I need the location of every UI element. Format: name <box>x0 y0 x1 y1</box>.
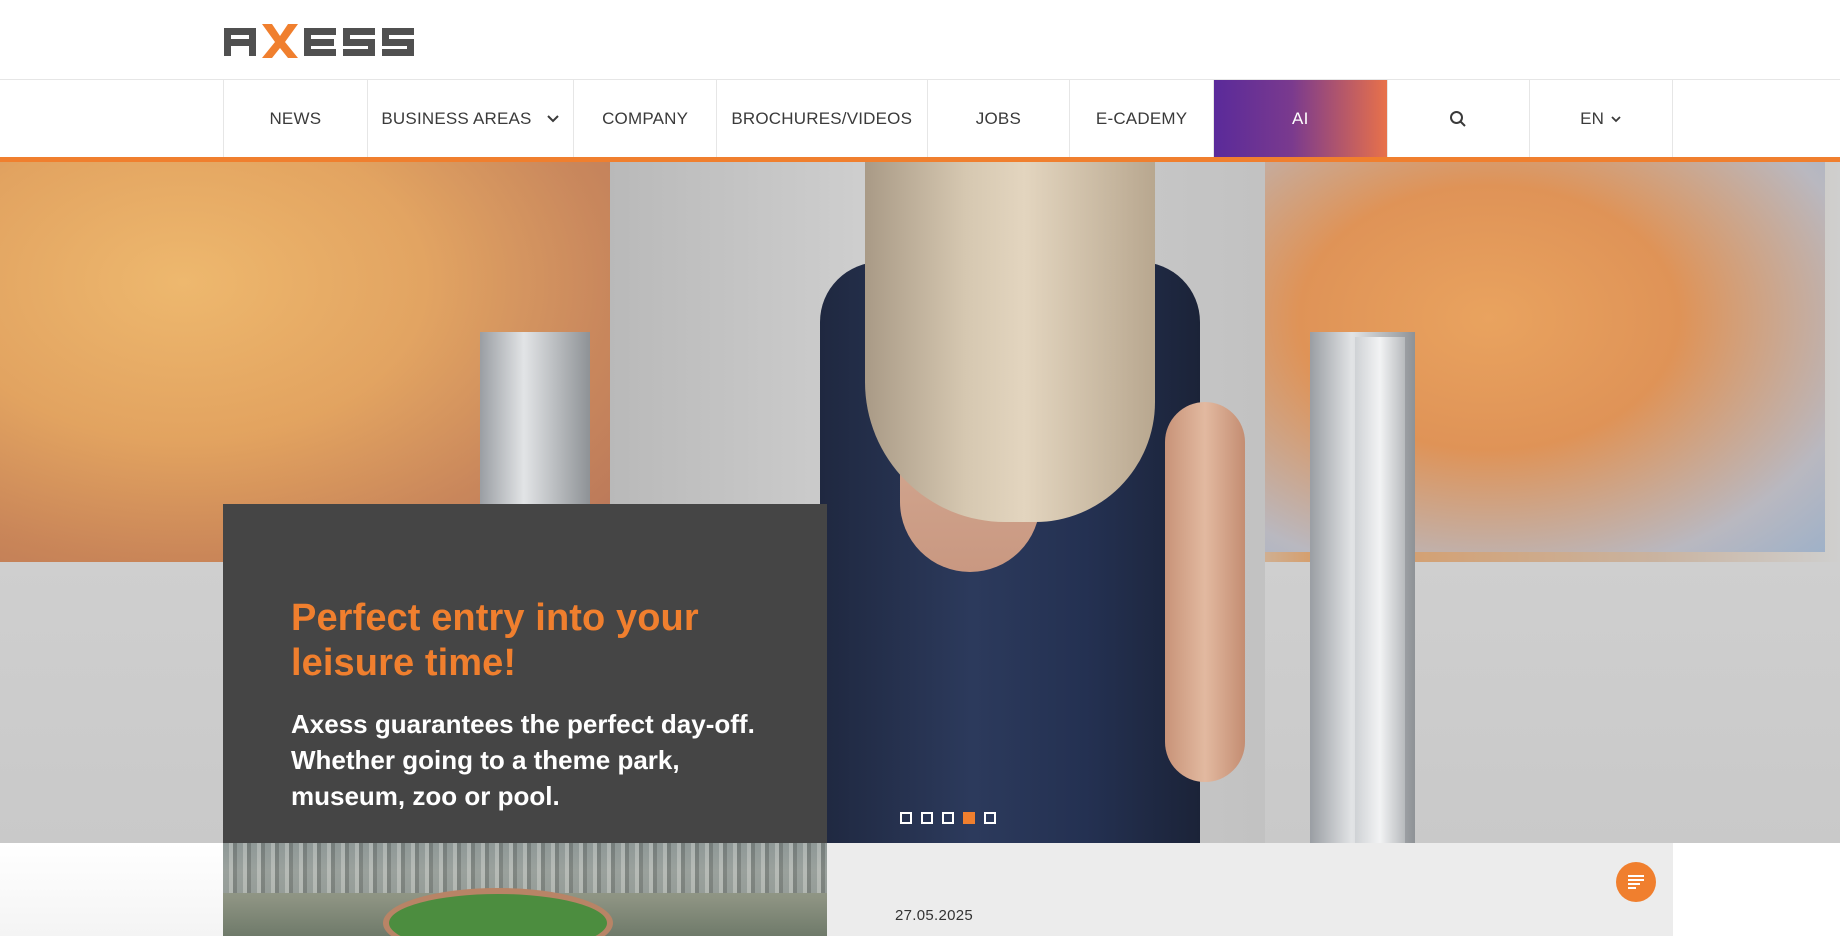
nav-item-ai[interactable]: AI <box>1213 80 1387 158</box>
nav-item-news[interactable]: NEWS <box>223 80 368 158</box>
language-label: EN <box>1580 109 1605 128</box>
chevron-down-icon <box>546 115 559 123</box>
news-card[interactable]: 27.05.2025 <box>827 843 1673 936</box>
search-button[interactable] <box>1386 80 1531 158</box>
site-header <box>0 0 1840 80</box>
nav-item-brochures-videos[interactable]: BROCHURES/VIDEOS <box>717 80 928 158</box>
axess-logo[interactable] <box>222 22 442 58</box>
slider-dot[interactable] <box>984 812 996 824</box>
hero-body: Axess guarantees the perfect day-off. Wh… <box>291 709 755 811</box>
nav-item-label: JOBS <box>975 109 1021 128</box>
hero-headline: Perfect entry into your leisure time! <box>291 597 699 684</box>
search-icon <box>1450 111 1467 127</box>
nav-item-label: COMPANY <box>602 109 689 128</box>
language-selector[interactable]: EN <box>1530 80 1673 158</box>
nav-item-business-areas[interactable]: BUSINESS AREAS <box>368 80 575 158</box>
nav-item-jobs[interactable]: JOBS <box>928 80 1071 158</box>
chat-icon <box>1628 875 1644 889</box>
news-date: 27.05.2025 <box>895 907 974 924</box>
nav-item-company[interactable]: COMPANY <box>574 80 717 158</box>
nav-item-label: AI <box>1292 109 1309 128</box>
chevron-down-icon <box>1611 116 1621 123</box>
chat-button[interactable] <box>1616 862 1656 902</box>
hero-caption: Perfect entry into your leisure time! Ax… <box>223 504 827 844</box>
nav-item-ecademy[interactable]: E-CADEMY <box>1070 80 1214 158</box>
nav-item-label: E-CADEMY <box>1095 109 1188 128</box>
stadium <box>383 888 613 936</box>
slider-dot-active[interactable] <box>963 812 975 824</box>
slider-dot[interactable] <box>921 812 933 824</box>
news-image[interactable] <box>223 843 827 936</box>
nav-item-label: BUSINESS AREAS <box>381 109 532 128</box>
main-nav: NEWS BUSINESS AREAS COMPANY BROCHURES/VI… <box>0 80 1840 158</box>
slider-dot[interactable] <box>942 812 954 824</box>
slider-pagination <box>900 812 996 824</box>
slider-dot[interactable] <box>900 812 912 824</box>
nav-item-label: BROCHURES/VIDEOS <box>731 109 913 128</box>
nav-item-label: NEWS <box>269 109 322 128</box>
